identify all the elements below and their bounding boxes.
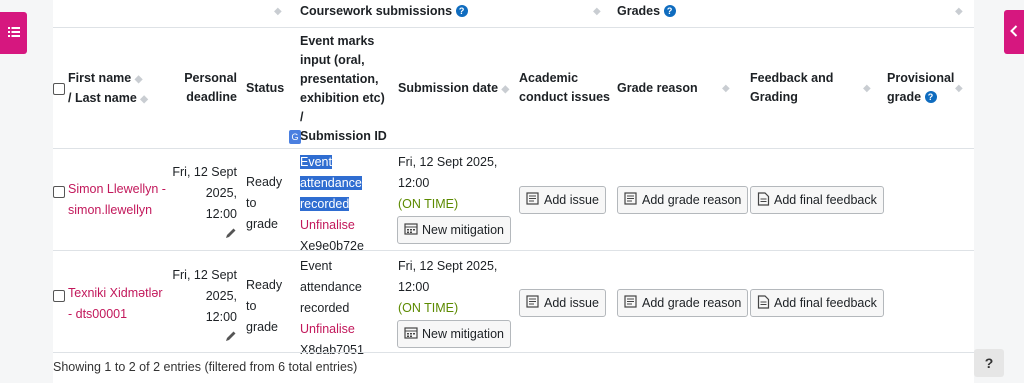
column-header-submission-date[interactable]: Submission date ◆ [398, 79, 509, 99]
note-icon [526, 192, 544, 208]
new-mitigation-button[interactable]: New mitigation [397, 216, 511, 244]
document-icon [757, 294, 774, 312]
column-header-provisional-grade[interactable]: Provisional grade ? [887, 69, 954, 107]
group-header-coursework: Coursework submissions ? [300, 2, 468, 21]
submissions-table: ◆ Coursework submissions ? ◆ Grades ? ◆ … [53, 0, 974, 383]
sort-icon[interactable]: ◆ [955, 83, 963, 94]
sort-icon[interactable]: ◆ [593, 6, 601, 17]
add-final-feedback-button[interactable]: Add final feedback [750, 289, 884, 317]
select-all-checkbox[interactable] [53, 83, 65, 95]
personal-deadline: Fri, 12 Sept 2025, 12:00 [163, 162, 237, 246]
add-issue-button[interactable]: Add issue [519, 186, 606, 214]
help-button[interactable]: ? [974, 349, 1004, 377]
column-header-event-marks[interactable]: Event marks input (oral, presentation, e… [300, 32, 387, 146]
help-icon[interactable]: ? [663, 5, 676, 17]
edit-icon[interactable] [225, 225, 237, 246]
student-name-link[interactable]: Simon Llewellyn - simon.llewellyn [68, 179, 166, 221]
status-text: Ready to grade [246, 175, 283, 231]
unfinalise-link[interactable]: Unfinalise [300, 215, 364, 236]
course-index-toggle-button[interactable] [0, 12, 27, 54]
on-time-label: (ON TIME) [398, 301, 459, 315]
student-name-link[interactable]: Texniki Xidmətlər - dts00001 [68, 283, 162, 325]
column-header-feedback[interactable]: Feedback and Grading [750, 69, 833, 107]
on-time-label: (ON TIME) [398, 197, 459, 211]
table-info-footer: Showing 1 to 2 of 2 entries (filtered fr… [53, 360, 358, 374]
event-marks-cell: Event attendance recorded Unfinalise Xe9… [300, 152, 364, 257]
add-grade-reason-button[interactable]: Add grade reason [617, 186, 749, 214]
submission-id: X8dab7051 [300, 343, 364, 357]
list-icon [7, 26, 20, 40]
document-icon [757, 191, 774, 209]
submission-id: Xe9e0b72e [300, 239, 364, 253]
block-drawer-toggle-button[interactable] [1004, 10, 1024, 54]
add-grade-reason-button[interactable]: Add grade reason [617, 289, 749, 317]
edit-icon[interactable] [225, 328, 237, 349]
sort-icon[interactable]: ◆ [863, 83, 871, 94]
row-checkbox[interactable] [53, 290, 65, 302]
submission-date-cell: Fri, 12 Sept 2025, 12:00 (ON TIME) [398, 256, 497, 319]
status-text: Ready to grade [246, 278, 283, 334]
column-header-personal-deadline[interactable]: Personal deadline [183, 69, 237, 107]
add-final-feedback-button[interactable]: Add final feedback [750, 186, 884, 214]
group-header-grades: Grades ? [617, 2, 676, 21]
add-issue-button[interactable]: Add issue [519, 289, 606, 317]
help-icon[interactable]: ? [924, 91, 937, 103]
note-icon [526, 295, 544, 311]
unfinalise-link[interactable]: Unfinalise [300, 319, 364, 340]
note-icon [624, 192, 642, 208]
sort-icon[interactable]: ◆ [274, 6, 282, 17]
column-header-academic-conduct[interactable]: Academic conduct issues [519, 69, 610, 107]
note-icon [624, 295, 642, 311]
sort-icon[interactable]: ◆ [955, 6, 963, 17]
calendar-icon [404, 222, 422, 238]
row-checkbox[interactable] [53, 186, 65, 198]
calendar-icon [404, 326, 422, 342]
new-mitigation-button[interactable]: New mitigation [397, 320, 511, 348]
column-header-status[interactable]: Status [246, 79, 284, 98]
sort-icon[interactable]: ◆ [722, 83, 730, 94]
column-header-name[interactable]: First name ◆ / Last name ◆ [68, 69, 148, 109]
personal-deadline: Fri, 12 Sept 2025, 12:00 [163, 265, 237, 349]
submission-date-cell: Fri, 12 Sept 2025, 12:00 (ON TIME) [398, 152, 497, 215]
help-icon[interactable]: ? [455, 5, 468, 17]
translate-icon[interactable]: G [289, 130, 301, 144]
column-header-grade-reason[interactable]: Grade reason [617, 79, 698, 98]
event-marks-cell: Event attendance recorded Unfinalise X8d… [300, 256, 364, 361]
chevron-left-icon [1010, 24, 1018, 40]
